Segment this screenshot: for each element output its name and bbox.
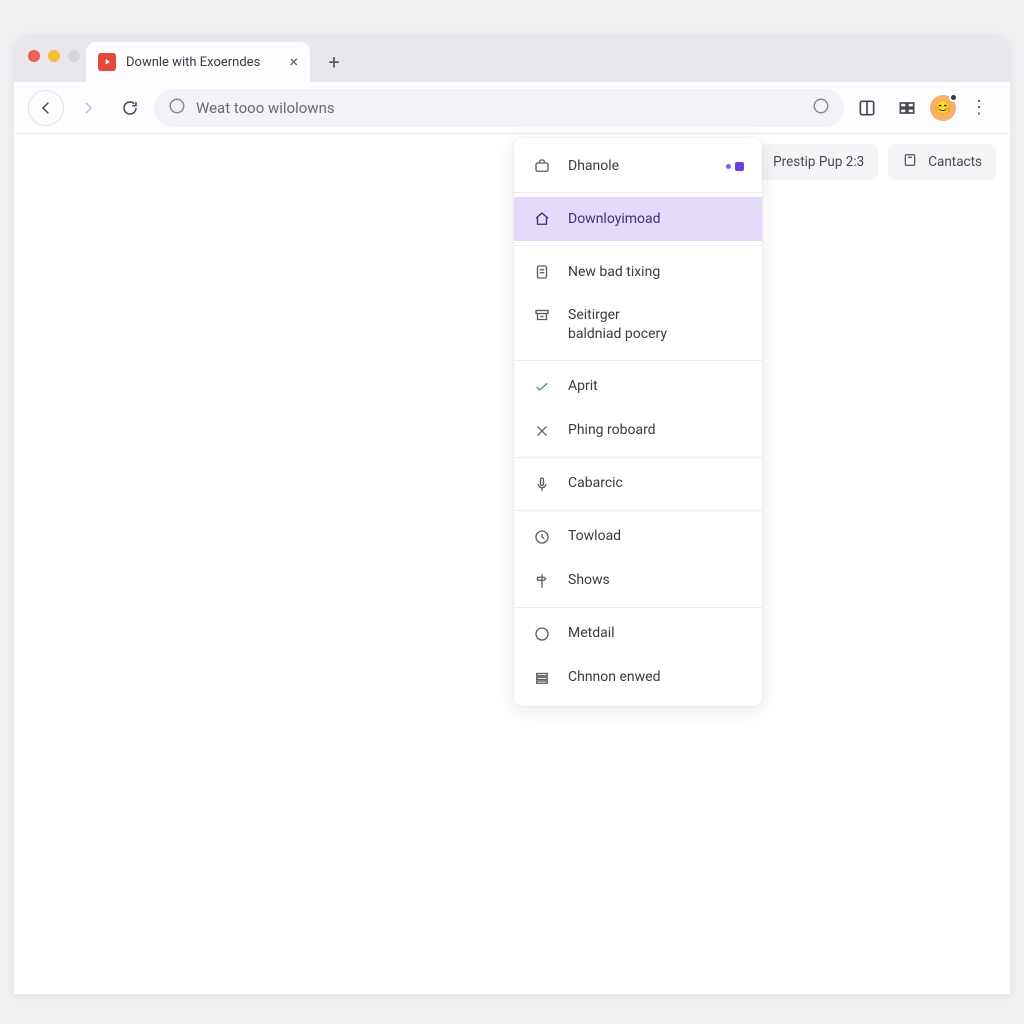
top-chips-row: Prestip Pup 2:3 Cantacts — [759, 144, 996, 180]
menu-item-label: Shows — [568, 571, 744, 590]
menu-item-shows[interactable]: Shows — [514, 559, 762, 603]
window-close-dot[interactable] — [28, 50, 40, 62]
reader-mode-icon[interactable] — [850, 91, 884, 125]
chip-contacts[interactable]: Cantacts — [888, 144, 996, 180]
tab-favicon — [98, 53, 116, 71]
microphone-icon — [532, 475, 552, 493]
stack-icon — [532, 669, 552, 687]
menu-item-label: Cabarcic — [568, 474, 744, 493]
toolbar: Weat tooo wilolowns 😊 ⋮ — [14, 82, 1010, 134]
address-right-icon[interactable] — [812, 97, 830, 119]
tab-title: Downle with Exoerndes — [126, 55, 279, 70]
menu-item-chnnon-enwed[interactable]: Chnnon enwed — [514, 656, 762, 700]
document-icon — [532, 263, 552, 281]
menu-item-cabarcic[interactable]: Cabarcic — [514, 462, 762, 506]
check-icon — [532, 378, 552, 396]
reload-button[interactable] — [112, 90, 148, 126]
briefcase-icon — [532, 157, 552, 175]
menu-item-dhanole[interactable]: Dhanole — [514, 144, 762, 188]
window-maximize-dot[interactable] — [68, 50, 80, 62]
home-icon — [532, 210, 552, 228]
dropdown-menu: Dhanole Downloyimoad New bad tixing — [514, 138, 762, 706]
menu-item-label: Metdail — [568, 624, 744, 643]
menu-item-label: Chnnon enwed — [568, 668, 744, 687]
menu-item-label: Downloyimoad — [568, 210, 744, 229]
chip-contacts-label: Cantacts — [928, 154, 982, 170]
forward-button[interactable] — [70, 90, 106, 126]
tab-close-icon[interactable]: × — [289, 54, 298, 70]
menu-item-new-bad-tixing[interactable]: New bad tixing — [514, 250, 762, 294]
site-info-icon[interactable] — [168, 97, 186, 119]
avatar-emoji: 😊 — [934, 100, 951, 116]
menu-item-badge — [726, 162, 744, 171]
window-controls — [28, 50, 80, 62]
circle-icon — [532, 625, 552, 643]
browser-window: Downle with Exoerndes × + Weat tooo wilo… — [14, 34, 1010, 994]
profile-avatar[interactable]: 😊 — [930, 95, 956, 121]
avatar-badge-dot — [949, 93, 958, 102]
menu-item-towload[interactable]: Towload — [514, 515, 762, 559]
browser-tab[interactable]: Downle with Exoerndes × — [86, 42, 310, 82]
overflow-menu-button[interactable]: ⋮ — [962, 91, 996, 125]
menu-item-phing-roboard[interactable]: Phing roboard — [514, 409, 762, 453]
contacts-icon — [902, 152, 918, 172]
archive-icon — [532, 306, 552, 324]
menu-item-label: Aprit — [568, 377, 744, 396]
clock-icon — [532, 528, 552, 546]
extensions-icon[interactable] — [890, 91, 924, 125]
chip-prestip-label: Prestip Pup 2:3 — [773, 154, 864, 170]
menu-item-label: Dhanole — [568, 157, 710, 176]
new-tab-button[interactable]: + — [320, 48, 348, 76]
menu-item-label: Towload — [568, 527, 744, 546]
signpost-icon — [532, 572, 552, 590]
chip-prestip[interactable]: Prestip Pup 2:3 — [759, 144, 878, 180]
menu-item-label: New bad tixing — [568, 263, 744, 282]
page-content: Prestip Pup 2:3 Cantacts Dhanole — [14, 134, 1010, 994]
tab-strip: Downle with Exoerndes × + — [14, 34, 1010, 82]
menu-item-label: Phing roboard — [568, 421, 744, 440]
menu-item-seitirger[interactable]: Seitirger baldniad pocery — [514, 294, 762, 356]
back-button[interactable] — [28, 90, 64, 126]
menu-item-metdail[interactable]: Metdail — [514, 612, 762, 656]
menu-item-label: Seitirger baldniad pocery — [568, 306, 744, 344]
menu-item-aprit[interactable]: Aprit — [514, 365, 762, 409]
address-bar[interactable]: Weat tooo wilolowns — [154, 89, 844, 127]
menu-item-downloyimoad[interactable]: Downloyimoad — [514, 197, 762, 241]
address-text: Weat tooo wilolowns — [196, 99, 802, 117]
x-icon — [532, 422, 552, 440]
window-minimize-dot[interactable] — [48, 50, 60, 62]
